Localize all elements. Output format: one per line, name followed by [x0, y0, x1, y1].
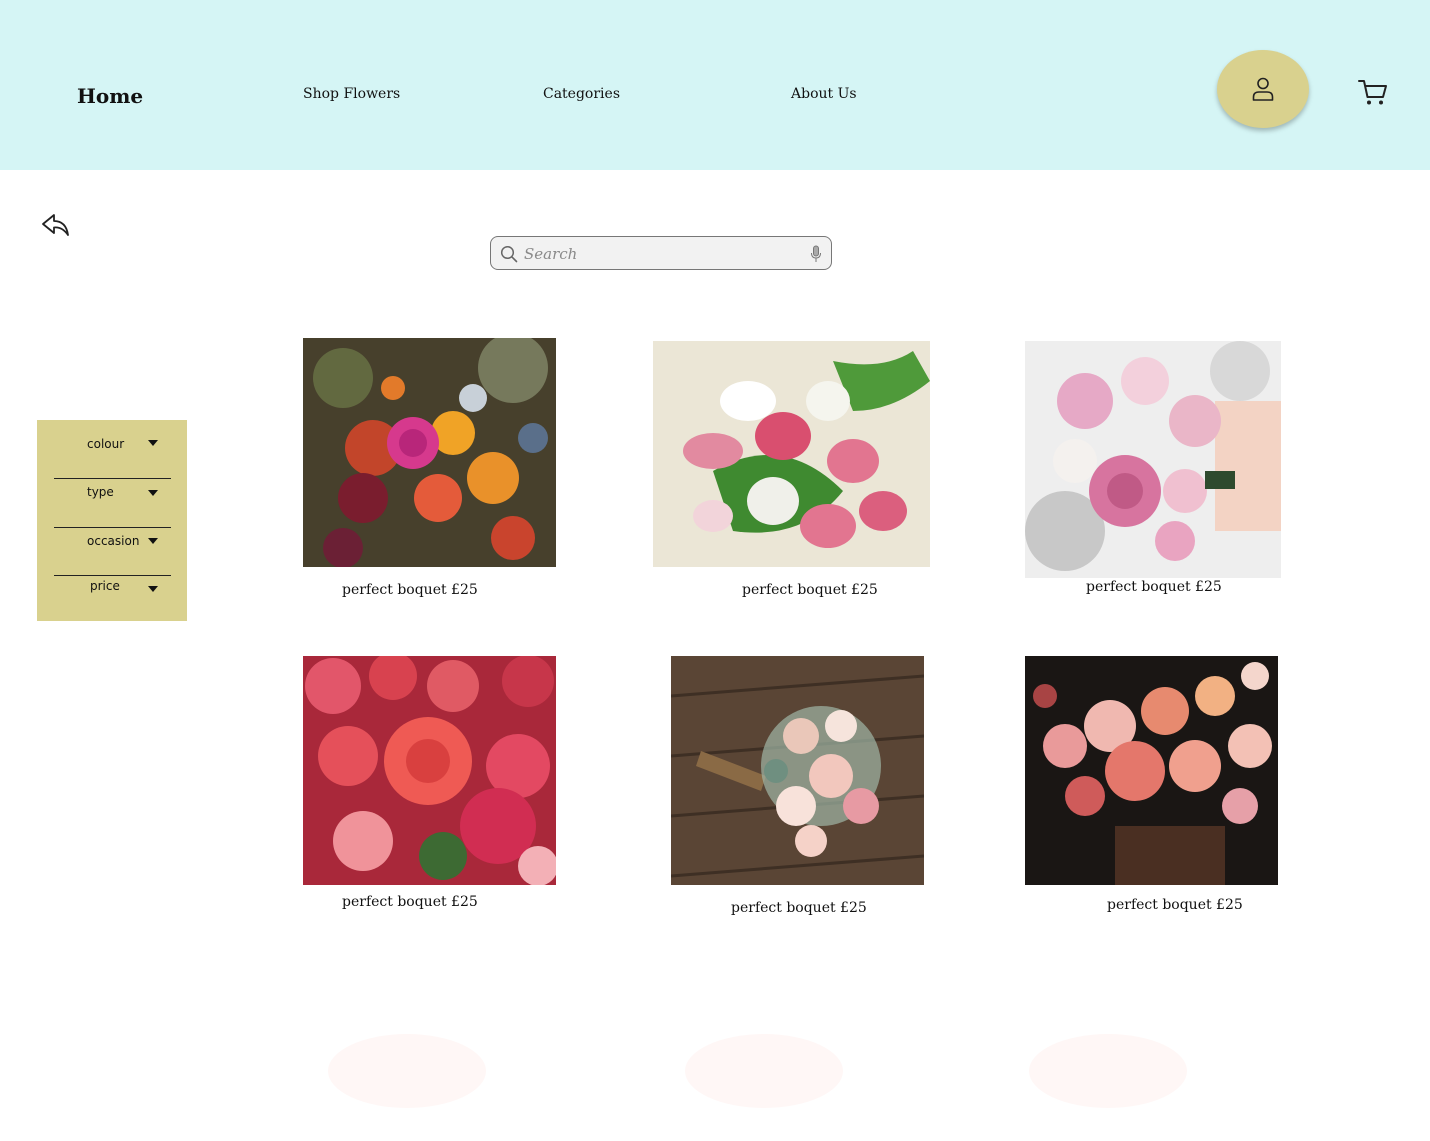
- filter-divider: [54, 478, 171, 479]
- back-arrow-icon[interactable]: [40, 210, 72, 240]
- chevron-down-icon: [148, 586, 158, 592]
- account-button[interactable]: [1217, 50, 1309, 128]
- pager-dot[interactable]: [1029, 1034, 1187, 1108]
- product-card[interactable]: perfect boquet £25: [303, 338, 556, 608]
- search-icon[interactable]: [500, 245, 518, 263]
- product-image[interactable]: [653, 341, 930, 567]
- product-caption: perfect boquet £25: [342, 894, 478, 910]
- top-nav-bar: Home Shop Flowers Categories About Us: [0, 0, 1430, 170]
- product-image[interactable]: [1025, 656, 1278, 885]
- filter-divider: [54, 575, 171, 576]
- pager-dot[interactable]: [328, 1034, 486, 1108]
- filter-occasion-dropdown[interactable]: occasion: [54, 534, 171, 554]
- filter-panel: colour type occasion price: [37, 420, 187, 621]
- chevron-down-icon: [148, 538, 158, 544]
- nav-about-us-link[interactable]: About Us: [791, 86, 857, 102]
- product-card[interactable]: perfect boquet £25: [1025, 656, 1278, 920]
- product-image[interactable]: [303, 338, 556, 567]
- filter-label: colour: [87, 437, 125, 451]
- product-card[interactable]: perfect boquet £25: [653, 341, 930, 608]
- filter-type-dropdown[interactable]: type: [54, 485, 171, 505]
- product-image[interactable]: [303, 656, 556, 885]
- user-icon: [1252, 77, 1274, 101]
- nav-categories-link[interactable]: Categories: [543, 86, 620, 102]
- nav-shop-flowers-link[interactable]: Shop Flowers: [303, 86, 400, 102]
- microphone-icon[interactable]: [809, 245, 823, 263]
- filter-price-dropdown[interactable]: price: [54, 579, 171, 599]
- search-input[interactable]: [522, 241, 806, 267]
- nav-home-link[interactable]: Home: [77, 84, 143, 108]
- filter-colour-dropdown[interactable]: colour: [54, 437, 171, 457]
- product-caption: perfect boquet £25: [731, 900, 867, 916]
- product-caption: perfect boquet £25: [1086, 579, 1222, 595]
- chevron-down-icon: [148, 440, 158, 446]
- search-bar: [490, 236, 832, 270]
- filter-divider: [54, 527, 171, 528]
- product-card[interactable]: perfect boquet £25: [303, 656, 556, 920]
- product-image[interactable]: [1025, 341, 1281, 578]
- product-image[interactable]: [671, 656, 924, 885]
- product-caption: perfect boquet £25: [1107, 897, 1243, 913]
- product-card[interactable]: perfect boquet £25: [671, 656, 924, 926]
- filter-label: occasion: [87, 534, 140, 548]
- pager-dot[interactable]: [685, 1034, 843, 1108]
- filter-label: type: [87, 485, 114, 499]
- filter-label: price: [90, 579, 120, 593]
- product-card[interactable]: perfect boquet £25: [1025, 341, 1281, 605]
- cart-icon[interactable]: [1358, 78, 1388, 106]
- product-caption: perfect boquet £25: [342, 582, 478, 598]
- chevron-down-icon: [148, 490, 158, 496]
- product-caption: perfect boquet £25: [742, 582, 878, 598]
